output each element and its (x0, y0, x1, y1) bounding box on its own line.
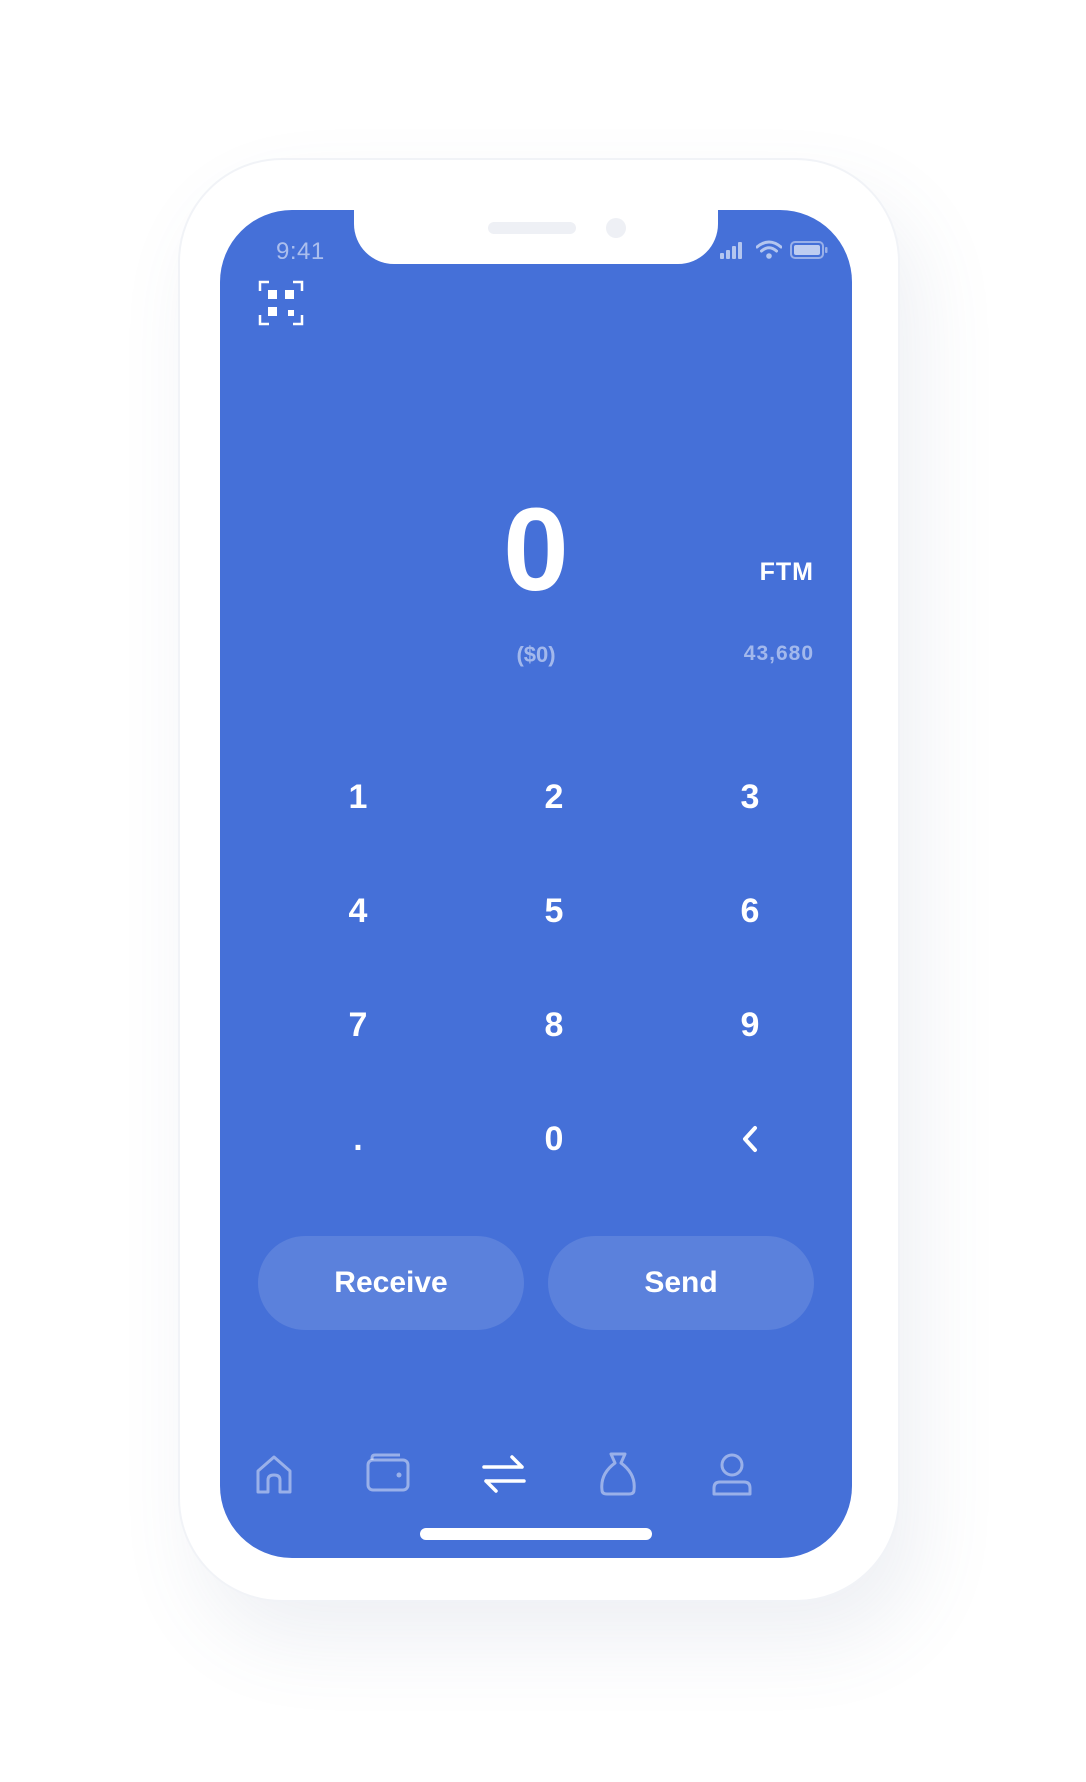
key-8[interactable]: 8 (456, 968, 652, 1082)
home-indicator[interactable] (420, 1528, 652, 1540)
key-1[interactable]: 1 (260, 740, 456, 854)
amount-display: 0 FTM (220, 490, 852, 610)
transfer-icon[interactable] (480, 1450, 528, 1498)
key-2[interactable]: 2 (456, 740, 652, 854)
amount-value: 0 (503, 484, 569, 616)
app-screen: 9:41 0 FTM ($0) 43,680 1 2 3 4 5 6 7 8 9… (220, 210, 852, 1558)
key-decimal[interactable]: . (260, 1082, 456, 1196)
number-keypad: 1 2 3 4 5 6 7 8 9 . 0 (260, 740, 850, 1196)
signal-icon (720, 242, 742, 259)
front-camera (606, 218, 626, 238)
key-0[interactable]: 0 (456, 1082, 652, 1196)
send-button[interactable]: Send (548, 1236, 814, 1330)
status-icons (720, 240, 828, 260)
backspace-key[interactable] (652, 1082, 848, 1196)
key-9[interactable]: 9 (652, 968, 848, 1082)
chevron-left-icon (743, 1126, 757, 1152)
key-5[interactable]: 5 (456, 854, 652, 968)
battery-icon (790, 241, 828, 259)
money-bag-icon[interactable] (594, 1450, 642, 1498)
qr-scan-icon[interactable] (258, 280, 304, 326)
key-7[interactable]: 7 (260, 968, 456, 1082)
home-icon[interactable] (250, 1450, 298, 1498)
wallet-icon[interactable] (364, 1450, 412, 1498)
bottom-tab-bar (220, 1442, 852, 1506)
action-buttons: Receive Send (258, 1236, 814, 1330)
balance-value: 43,680 (743, 642, 814, 665)
receive-button[interactable]: Receive (258, 1236, 524, 1330)
status-time: 9:41 (276, 238, 325, 265)
currency-unit: FTM (759, 558, 814, 586)
speaker-grille (488, 222, 576, 234)
phone-notch (354, 210, 718, 264)
profile-icon[interactable] (708, 1450, 756, 1498)
wifi-icon (756, 240, 782, 259)
key-6[interactable]: 6 (652, 854, 848, 968)
key-4[interactable]: 4 (260, 854, 456, 968)
key-3[interactable]: 3 (652, 740, 848, 854)
